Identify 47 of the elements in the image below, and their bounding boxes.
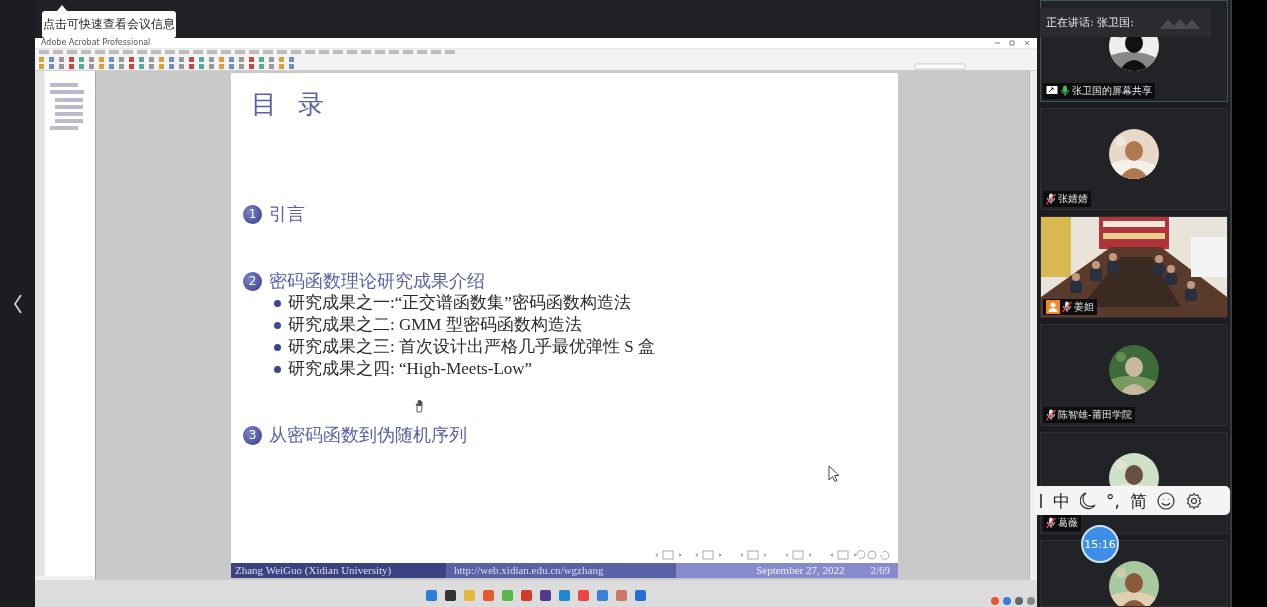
participant-name: 姜妲 — [1074, 300, 1094, 314]
page-number: 2/69 — [870, 563, 890, 578]
section-number: 1 — [243, 204, 262, 224]
moon-icon[interactable] — [1080, 491, 1096, 510]
participant-tile[interactable]: 张婧婧 — [1040, 108, 1228, 210]
toolbar-drawing[interactable] — [35, 49, 1037, 71]
speaker-text: 正在讲话: 张卫国: — [1046, 15, 1134, 30]
window-title: Adobe Acrobat Professional — [41, 38, 151, 48]
bullet-text: 研究成果之四: “High-Meets-Low” — [288, 358, 533, 380]
footer-author: Zhang WeiGuo (Xidian University) — [231, 563, 446, 578]
footer-url: http://web.xidian.edu.cn/wgzhang — [446, 563, 676, 578]
bullet-dot — [274, 365, 281, 373]
bullet-text: 研究成果之二: GMM 型密码函数构造法 — [288, 314, 582, 336]
smiley-icon[interactable] — [1156, 491, 1175, 510]
bullet-dot — [274, 299, 281, 307]
participant-name: 张婧婧 — [1058, 192, 1088, 206]
section-title: 密码函数理论研究成果介绍 — [269, 270, 485, 292]
section-number: 2 — [243, 271, 262, 291]
bullet-text: 研究成果之一:“正交谱函数集”密码函数构造法 — [288, 292, 631, 314]
participant-tile[interactable]: 陈智雄-莆田学院 — [1040, 324, 1228, 426]
script-button[interactable]: 简 — [1129, 490, 1147, 511]
settings-icon[interactable] — [1184, 491, 1203, 510]
scrollbar[interactable] — [1029, 71, 1037, 580]
punctuation-button[interactable]: °, — [1106, 490, 1120, 511]
app-icon[interactable] — [540, 589, 551, 601]
tooltip: 点击可快速查看会议信息 — [42, 11, 176, 38]
app-icon[interactable] — [445, 589, 456, 601]
participant-name: 陈智雄-莆田学院 — [1058, 408, 1132, 422]
bullet-text: 研究成果之三: 首次设计出严格几乎最优弹性 S 盒 — [288, 336, 655, 358]
section-number: 3 — [243, 425, 262, 445]
hand-cursor-icon — [414, 400, 426, 413]
slide-title: 目 录 — [251, 89, 325, 121]
bullet-dot — [274, 321, 281, 329]
mouse-pointer-icon — [828, 465, 840, 482]
participant-name: 葛薇 — [1058, 516, 1078, 530]
footer-date: September 27, 2022 — [756, 563, 845, 578]
participant-name: 张卫国的屏幕共享 — [1072, 84, 1152, 98]
participant-tile[interactable] — [1040, 540, 1228, 607]
section-title: 引言 — [269, 203, 305, 225]
bullet-dot — [274, 343, 281, 351]
input-mode-button[interactable]: 中 — [1053, 490, 1070, 511]
tooltip-pointer-icon — [57, 5, 67, 11]
section-title: 从密码函数到伪随机序列 — [269, 424, 467, 446]
bookmarks-panel-drawing[interactable] — [35, 71, 95, 576]
participant-tile[interactable]: 姜妲 — [1040, 216, 1228, 318]
window-controls-icon[interactable] — [993, 40, 1031, 46]
drag-handle-icon[interactable] — [1039, 492, 1043, 509]
